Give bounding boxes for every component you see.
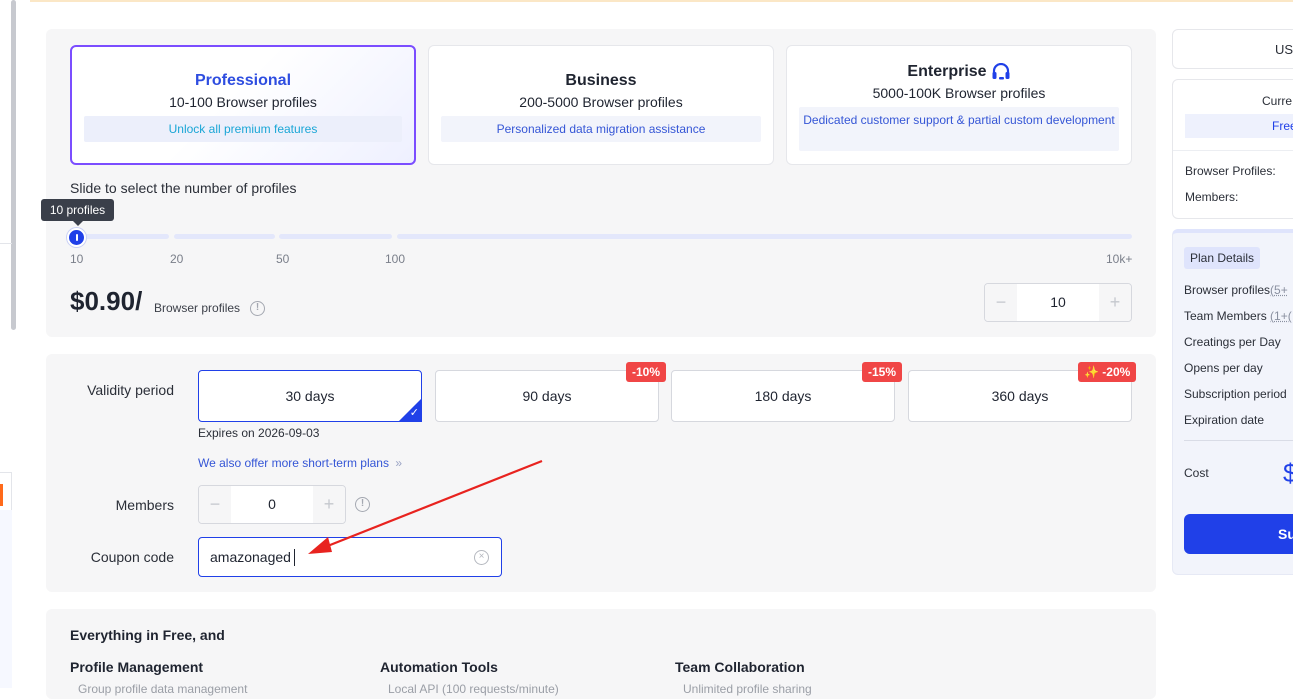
detail-row: Opens per day: [1184, 361, 1263, 375]
validity-option-30[interactable]: 30 days ✓: [198, 370, 422, 422]
check-icon: ✓: [410, 408, 419, 419]
detail-row: Team Members (1+(: [1184, 309, 1292, 323]
slider-label: Slide to select the number of profiles: [70, 180, 296, 196]
feature-column-title: Automation Tools: [380, 659, 498, 675]
currency-value: US: [1275, 42, 1293, 57]
expiration-text: Expires on 2026-09-03: [198, 426, 319, 440]
plan-title-row: Enterprise: [907, 63, 1010, 81]
slider-track-segment[interactable]: [279, 234, 392, 239]
slider-track-segment[interactable]: [174, 234, 275, 239]
plan-subtitle: 200-5000 Browser profiles: [429, 94, 773, 110]
plan-title: Professional: [72, 72, 414, 90]
validity-option-label: 180 days: [755, 388, 812, 404]
detail-label: Browser profiles: [1184, 283, 1270, 297]
info-icon[interactable]: !: [250, 301, 265, 316]
features-heading: Everything in Free, and: [70, 627, 225, 643]
detail-extra: (1+(: [1270, 309, 1292, 323]
increment-button[interactable]: +: [1099, 284, 1131, 321]
detail-row: Creatings per Day: [1184, 335, 1281, 349]
plan-details-chip: Plan Details: [1184, 247, 1260, 269]
headset-icon: [991, 63, 1011, 81]
slider-handle[interactable]: [67, 228, 86, 247]
detail-row: Expiration date: [1184, 413, 1264, 427]
validity-option-label: 30 days: [285, 388, 334, 404]
slider-track-segment[interactable]: [397, 234, 1132, 239]
slider-tick: 20: [170, 252, 183, 266]
discount-badge: -15%: [862, 362, 902, 382]
detail-row: Browser profiles(5+: [1184, 283, 1288, 297]
decrement-button[interactable]: −: [199, 486, 231, 523]
discount-badge: ✨ -20%: [1078, 362, 1136, 382]
plan-subtitle: 5000-100K Browser profiles: [787, 85, 1131, 101]
slider-tooltip: 10 profiles: [41, 199, 114, 221]
profiles-count-input[interactable]: 10: [1017, 284, 1099, 321]
detail-extra: (5+: [1270, 283, 1288, 297]
plan-note: Personalized data migration assistance: [441, 116, 761, 142]
plan-card-professional[interactable]: Professional 10-100 Browser profiles Unl…: [70, 45, 416, 165]
feature-item: Unlimited profile sharing: [683, 682, 812, 696]
browser-profiles-label: Browser Profiles:: [1185, 164, 1276, 178]
text-caret: [294, 549, 295, 566]
plan-note: Unlock all premium features: [84, 116, 402, 142]
validity-option-label: 360 days: [992, 388, 1049, 404]
feature-item: Local API (100 requests/minute): [388, 682, 559, 696]
current-plan-box: Curre Free Browser Profiles: Members:: [1172, 79, 1293, 219]
validity-option-label: 90 days: [522, 388, 571, 404]
cost-value: $: [1283, 458, 1293, 489]
coupon-value: amazonaged: [210, 549, 291, 565]
slider-tick: 50: [276, 252, 289, 266]
slider-tick: 10k+: [1106, 252, 1132, 266]
decrement-button[interactable]: −: [985, 284, 1017, 321]
unit-price: $0.90/: [70, 286, 142, 317]
plan-note: Dedicated customer support & partial cus…: [799, 107, 1119, 151]
current-plan-name: Free: [1272, 119, 1293, 133]
current-plan-label: Curre: [1262, 94, 1292, 108]
profiles-stepper: − 10 +: [984, 283, 1132, 322]
members-summary-label: Members:: [1185, 190, 1238, 204]
plan-card-enterprise[interactable]: Enterprise 5000-100K Browser profiles De…: [786, 45, 1132, 165]
price-unit: Browser profiles: [154, 301, 240, 315]
coupon-label: Coupon code: [60, 549, 174, 565]
plan-subtitle: 10-100 Browser profiles: [72, 94, 414, 110]
current-plan-value: Free: [1185, 114, 1293, 138]
members-label: Members: [60, 497, 174, 513]
annotation-arrow: [300, 455, 550, 560]
detail-row: Subscription period: [1184, 387, 1287, 401]
side-panel-body: [0, 510, 12, 688]
validity-label: Validity period: [60, 382, 174, 398]
divider: [0, 243, 12, 244]
cost-label: Cost: [1184, 466, 1209, 480]
plan-title: Business: [429, 72, 773, 90]
divider: [1173, 150, 1293, 151]
currency-selector[interactable]: US: [1172, 29, 1293, 69]
feature-column-title: Profile Management: [70, 659, 203, 675]
slider-tick: 100: [385, 252, 405, 266]
discount-badge: -10%: [626, 362, 666, 382]
side-panel-accent: [0, 484, 3, 506]
subscribe-button[interactable]: Subs: [1184, 514, 1293, 554]
feature-column-title: Team Collaboration: [675, 659, 805, 675]
detail-label: Team Members: [1184, 309, 1267, 323]
plan-title: Enterprise: [907, 63, 986, 81]
top-notice-strip: [30, 0, 1293, 2]
slider-tick: 10: [70, 252, 83, 266]
divider: [1184, 440, 1293, 441]
feature-item: Group profile data management: [78, 682, 247, 696]
scrollbar[interactable]: [11, 0, 16, 330]
plan-card-business[interactable]: Business 200-5000 Browser profiles Perso…: [428, 45, 774, 165]
